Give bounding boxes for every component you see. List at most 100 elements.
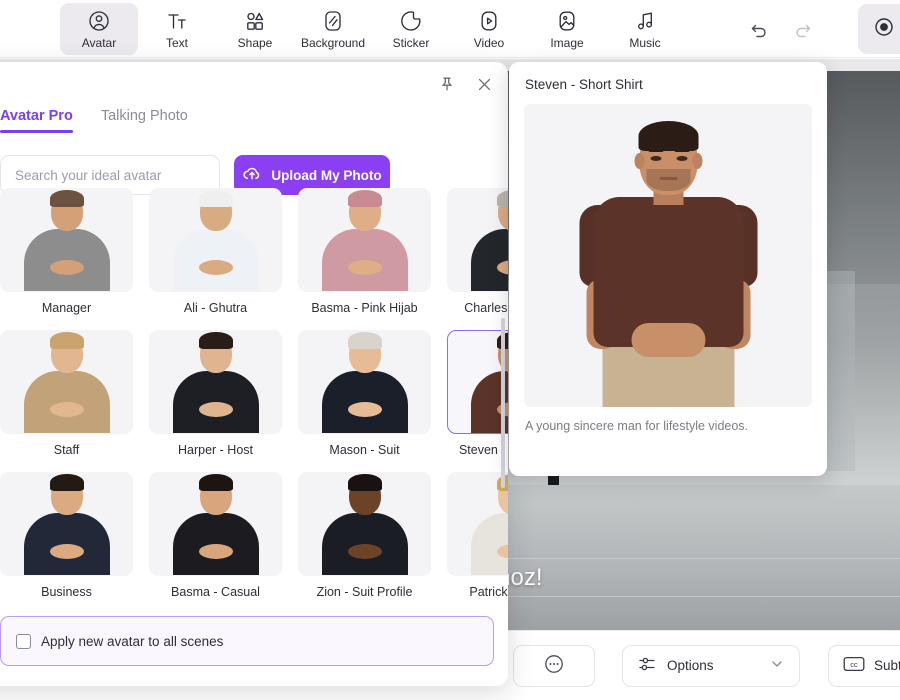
toolbar-item-video[interactable]: Video — [450, 3, 528, 55]
toolbar-item-label: Avatar — [81, 35, 117, 50]
figure-beard — [646, 169, 690, 191]
toolbar-item-label: Text — [165, 35, 188, 50]
cloud-upload-icon — [242, 164, 262, 187]
avatar-cell[interactable]: Ali - Ghutra — [149, 188, 282, 330]
toolbar-item-label: Music — [629, 35, 661, 50]
toolbar-item-music[interactable]: Music — [606, 3, 684, 55]
avatar-label: Patrick - Casual — [469, 585, 508, 599]
toolbar-item-shape[interactable]: Shape — [216, 3, 294, 55]
options-label: Options — [667, 658, 714, 673]
avatar-label: Business — [41, 585, 92, 599]
toolbar-item-sticker[interactable]: Sticker — [372, 3, 450, 55]
avatar-figure — [150, 473, 281, 575]
avatar-figure — [150, 189, 281, 291]
avatar-label: Zion - Suit Profile — [316, 585, 413, 599]
avatar-label: Harper - Host — [177, 443, 254, 457]
avatar-figure — [299, 473, 430, 575]
search-input[interactable] — [15, 167, 205, 183]
panel-tabs: Avatar Pro Talking Photo — [0, 108, 508, 144]
preview-title: Steven - Short Shirt — [525, 77, 643, 92]
toolbar-item-label: Sticker — [392, 35, 430, 50]
avatar-cell[interactable]: Zion - Suit Profile — [298, 472, 431, 608]
figure-eye-right — [676, 156, 687, 161]
avatar-figure — [1, 331, 132, 433]
avatar-cell[interactable]: Patrick - Casual — [447, 472, 508, 608]
toolbar-item-label: Image — [550, 35, 584, 50]
options-dropdown[interactable]: Options — [622, 644, 800, 687]
avatar-label: Ali - Ghutra — [183, 301, 248, 315]
preview-image — [524, 104, 812, 407]
avatar-label: Steven - Short Shirt — [458, 443, 508, 457]
avatar-cell[interactable]: Mason - Suit — [298, 330, 431, 472]
record-button[interactable] — [858, 4, 900, 54]
avatar-thumbnail[interactable] — [447, 330, 508, 434]
text-icon — [165, 8, 189, 34]
avatar-cell[interactable]: Staff — [0, 330, 133, 472]
avatar-cell[interactable]: Manager — [0, 188, 133, 330]
avatar-thumbnail[interactable] — [0, 330, 133, 434]
avatar-icon — [87, 8, 111, 34]
app-root: Avatar Text Shape Background Sticker Video Ima… — [0, 0, 900, 700]
avatar-thumbnail[interactable] — [0, 472, 133, 576]
avatar-cell[interactable]: Basma - Casual — [149, 472, 282, 608]
figure-hair — [638, 121, 698, 151]
avatar-figure — [1, 189, 132, 291]
figure-mouth — [659, 177, 677, 180]
apply-all-checkbox[interactable] — [16, 633, 31, 649]
avatar-figure — [1, 473, 132, 575]
avatar-figure — [150, 331, 281, 433]
undo-icon[interactable] — [746, 16, 772, 42]
avatar-figure — [448, 331, 508, 433]
subtitle-button[interactable]: cc Subtitle — [828, 644, 900, 687]
sliders-icon — [637, 654, 657, 677]
close-icon[interactable] — [474, 74, 494, 94]
avatar-thumbnail[interactable] — [298, 188, 431, 292]
record-icon — [872, 15, 896, 44]
toolbar-item-background[interactable]: Background — [294, 3, 372, 55]
avatar-thumbnail[interactable] — [447, 188, 508, 292]
video-icon — [477, 8, 501, 34]
toolbar-item-label: Video — [473, 35, 505, 50]
avatar-thumbnail[interactable] — [149, 472, 282, 576]
avatar-label: Charles - Teacher — [464, 301, 508, 315]
avatar-thumbnail[interactable] — [447, 472, 508, 576]
avatar-preview-card: Steven - Short Shirt A young sincere man… — [509, 62, 827, 476]
preview-description: A young sincere man for lifestyle videos… — [525, 419, 749, 433]
toolbar-item-label: Background — [300, 35, 366, 50]
avatar-cell[interactable]: Business — [0, 472, 133, 608]
avatar-grid-container[interactable]: Manager Ali - Ghutra Basma - Pink Hijab — [0, 188, 508, 608]
avatar-label: Basma - Casual — [171, 585, 260, 599]
figure-ear-right — [692, 153, 702, 169]
avatar-cell[interactable]: Basma - Pink Hijab — [298, 188, 431, 330]
music-icon — [633, 8, 657, 34]
tab-talking-photo[interactable]: Talking Photo — [101, 108, 188, 133]
more-options-button[interactable] — [513, 644, 595, 687]
avatar-thumbnail[interactable] — [0, 188, 133, 292]
avatar-figure — [299, 331, 430, 433]
toolbar-item-avatar[interactable]: Avatar — [60, 2, 138, 55]
avatar-thumbnail[interactable] — [149, 330, 282, 434]
avatar-cell[interactable]: Steven - Short Shirt — [447, 330, 508, 472]
avatar-cell[interactable]: Charles - Teacher — [447, 188, 508, 330]
redo-icon[interactable] — [790, 16, 816, 42]
shape-icon — [243, 8, 267, 34]
avatar-figure — [448, 189, 508, 291]
background-icon — [321, 8, 345, 34]
avatar-label: Staff — [53, 443, 80, 457]
apply-to-all-scenes-bar[interactable]: Apply new avatar to all scenes — [0, 616, 494, 666]
apply-all-label: Apply new avatar to all scenes — [41, 633, 224, 649]
avatar-thumbnail[interactable] — [298, 472, 431, 576]
tab-avatar-pro[interactable]: Avatar Pro — [0, 108, 73, 133]
avatar-thumbnail[interactable] — [298, 330, 431, 434]
figure-eye-left — [650, 156, 661, 161]
sticker-icon — [399, 8, 423, 34]
toolbar-item-label: Shape — [237, 35, 273, 50]
avatar-thumbnail[interactable] — [149, 188, 282, 292]
upload-button-label: Upload My Photo — [271, 167, 382, 183]
more-horizontal-icon — [543, 653, 565, 678]
toolbar-item-text[interactable]: Text — [138, 3, 216, 55]
panel-scrollbar[interactable] — [501, 318, 505, 488]
toolbar-item-image[interactable]: Image — [528, 3, 606, 55]
avatar-cell[interactable]: Harper - Host — [149, 330, 282, 472]
pin-icon[interactable] — [437, 74, 457, 94]
